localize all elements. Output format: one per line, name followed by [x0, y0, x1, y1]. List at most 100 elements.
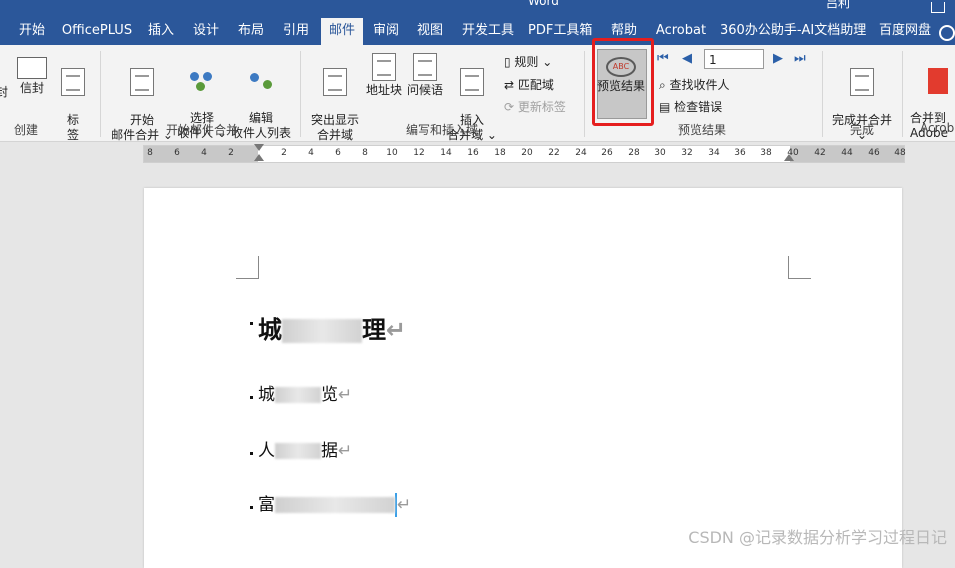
group-label-create: 创建	[13, 123, 38, 137]
group-label-acrobat: Acrob	[920, 121, 955, 135]
start-merge-icon	[130, 68, 154, 96]
ruler-tick: 24	[575, 148, 587, 158]
rules-button[interactable]: ▯ 规则 ⌄	[504, 53, 552, 70]
labels-button[interactable]: 标 签	[58, 53, 88, 143]
rules-icon: ▯	[504, 55, 515, 69]
document-page[interactable]: 城理↵ 城览↵ 人据↵ 富 ↵	[144, 188, 902, 568]
user-name[interactable]: 吕利	[826, 0, 850, 11]
next-record-icon[interactable]: ▶	[773, 51, 783, 66]
crop-mark-top-left	[236, 256, 259, 279]
ruler-tick: 20	[521, 148, 533, 158]
paragraph-bullet	[250, 506, 253, 509]
document-line-1[interactable]: 城览↵	[258, 380, 352, 405]
ruler-tick: 8	[362, 148, 368, 158]
recipients-icon	[188, 68, 216, 94]
paragraph-mark-icon: ↵	[397, 495, 412, 515]
document-heading[interactable]: 城理↵	[258, 310, 406, 345]
right-indent-marker[interactable]	[784, 154, 794, 161]
document-line-2[interactable]: 人据↵	[258, 436, 352, 461]
group-divider	[902, 51, 903, 137]
tab-review[interactable]: 审阅	[368, 18, 404, 45]
tab-home[interactable]: 开始	[12, 18, 52, 45]
paragraph-bullet	[250, 452, 253, 455]
ruler-tick: 28	[628, 148, 640, 158]
match-fields-button[interactable]: ⇄ 匹配域	[504, 76, 554, 93]
ruler-tick: 48	[894, 148, 906, 158]
tab-360-assistant[interactable]: 360办公助手-AI文档助理	[720, 18, 866, 45]
blurred-text	[275, 387, 321, 403]
ruler-tick: 38	[760, 148, 772, 158]
adobe-pdf-icon	[928, 68, 948, 94]
tab-references[interactable]: 引用	[276, 18, 316, 45]
tab-mailings[interactable]: 邮件	[321, 18, 363, 45]
ruler-tick: 8	[147, 148, 153, 158]
document-name: Word	[528, 0, 559, 8]
envelope-button[interactable]: 信封	[14, 57, 50, 96]
ruler-tick: 22	[548, 148, 560, 158]
envelopes-partial-label[interactable]: 封	[0, 85, 10, 100]
tab-developer[interactable]: 开发工具	[459, 18, 517, 45]
address-block-icon	[372, 53, 396, 81]
tab-insert[interactable]: 插入	[142, 18, 180, 45]
address-block-button[interactable]: 地址块	[364, 53, 404, 98]
ruler-tick: 26	[601, 148, 613, 158]
ruler-tick: 34	[708, 148, 720, 158]
insert-field-icon	[460, 68, 484, 96]
record-number-input[interactable]: 1	[704, 49, 764, 69]
tab-pdf-toolbox[interactable]: PDF工具箱	[528, 18, 592, 45]
paragraph-mark-icon: ↵	[386, 316, 407, 344]
crop-mark-top-right	[788, 256, 811, 279]
highlight-merge-fields-button[interactable]: 突出显示 合并域	[308, 53, 362, 143]
ribbon-tab-bar: 开始 OfficePLUS 插入 设计 布局 引用 邮件 审阅 视图 开发工具 …	[0, 18, 955, 45]
labels-icon	[61, 68, 85, 96]
group-label-preview: 预览结果	[677, 123, 726, 137]
tab-layout[interactable]: 布局	[232, 18, 270, 45]
first-record-icon[interactable]: ⏮	[657, 51, 669, 66]
edit-list-icon	[247, 68, 275, 94]
tab-officeplus[interactable]: OfficePLUS	[58, 18, 136, 45]
paragraph-mark-icon: ↵	[338, 385, 353, 405]
tab-view[interactable]: 视图	[411, 18, 449, 45]
previous-record-icon[interactable]: ◀	[682, 51, 692, 66]
magnifier-icon: ⌕	[659, 78, 670, 92]
document-line-3[interactable]: 富 ↵	[258, 490, 411, 517]
last-record-icon[interactable]: ⏭	[794, 51, 806, 66]
ruler-tick: 14	[440, 148, 452, 158]
tab-acrobat[interactable]: Acrobat	[652, 18, 710, 45]
ribbon-mailings: 封 信封 标 签 创建 开始 邮件合并 ⌄ 选择 收件人 ⌄ 编辑 收件人列表 …	[0, 38, 955, 143]
ruler-tick: 44	[841, 148, 853, 158]
group-label-start-merge: 开始邮件合并	[165, 123, 238, 137]
highlight-annotation-box	[592, 38, 654, 126]
ruler-tick: 36	[734, 148, 746, 158]
watermark: CSDN @记录数据分析学习过程日记	[688, 528, 947, 547]
match-fields-icon: ⇄	[504, 78, 518, 92]
ruler-tick: 4	[201, 148, 207, 158]
finish-merge-icon	[850, 68, 874, 96]
greeting-line-button[interactable]: 问候语	[405, 53, 445, 98]
tell-me-icon[interactable]	[939, 25, 955, 41]
update-labels-button[interactable]: ⟳ 更新标签	[504, 98, 566, 115]
check-errors-button[interactable]: ▤ 检查错误	[659, 98, 722, 115]
hanging-indent-marker[interactable]	[254, 154, 264, 161]
check-errors-icon: ▤	[659, 100, 675, 114]
greeting-line-icon	[413, 53, 437, 81]
blurred-text	[282, 319, 362, 343]
first-line-indent-marker[interactable]	[254, 144, 264, 151]
horizontal-ruler[interactable]: 8 6 4 2 2 4 6 8 10 12 14 16 18 20 22 24 …	[143, 144, 906, 163]
tab-baidu-netdisk[interactable]: 百度网盘	[874, 18, 936, 45]
group-divider	[584, 51, 585, 137]
tab-design[interactable]: 设计	[186, 18, 226, 45]
blurred-text	[275, 443, 321, 459]
ruler-tick: 6	[335, 148, 341, 158]
group-label-write-insert: 编写和插入域	[405, 123, 478, 137]
ruler-tick: 46	[868, 148, 880, 158]
paragraph-bullet	[250, 322, 253, 325]
envelope-icon	[17, 57, 47, 79]
restore-icon[interactable]	[931, 2, 945, 13]
find-recipient-button[interactable]: ⌕ 查找收件人	[659, 76, 730, 93]
highlight-fields-icon	[323, 68, 347, 96]
group-divider	[100, 51, 101, 137]
group-divider	[300, 51, 301, 137]
title-bar: Word 吕利	[0, 0, 955, 18]
ruler-tick: 18	[494, 148, 506, 158]
